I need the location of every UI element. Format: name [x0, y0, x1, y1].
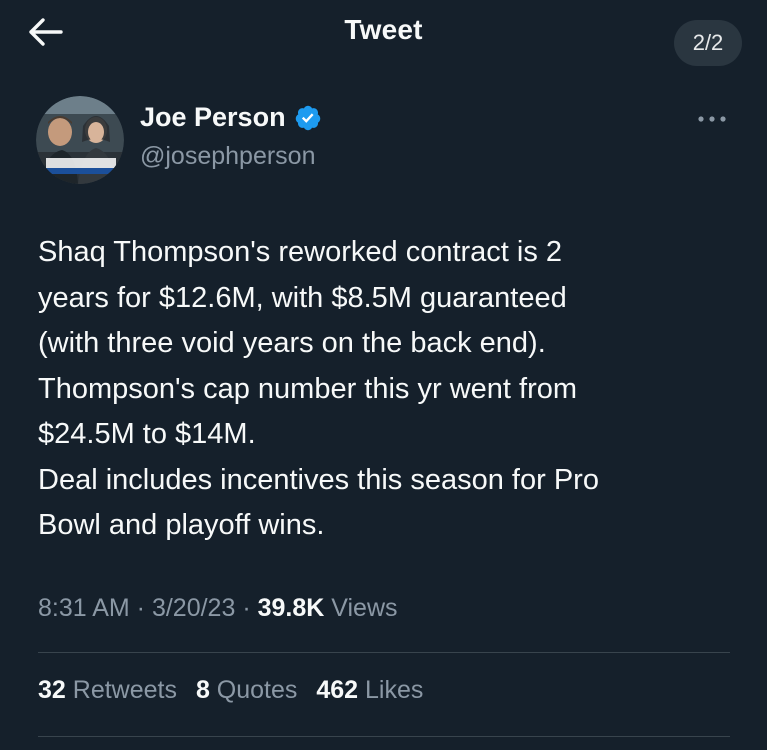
retweets-stat[interactable]: 32 Retweets: [38, 676, 177, 704]
tweet-text-line: years for $12.6M, with $8.5M guaranteed: [38, 281, 567, 314]
quotes-label: Quotes: [209, 676, 298, 704]
views-count: 39.8K: [257, 594, 325, 622]
tweet-date[interactable]: 3/20/23: [152, 594, 235, 622]
more-options-button[interactable]: [692, 104, 732, 134]
author-handle[interactable]: @josephperson: [140, 142, 316, 171]
likes-label: Likes: [358, 676, 424, 704]
quotes-count: 8: [195, 676, 210, 704]
tweet-author: Joe Person @josephperson: [36, 96, 736, 186]
author-name-row[interactable]: Joe Person: [140, 102, 322, 133]
top-bar: Tweet 2/2: [0, 0, 767, 72]
retweets-label: Retweets: [65, 676, 177, 704]
tweet-text: Shaq Thompson's reworked contract is 2 y…: [38, 230, 738, 549]
views-label: Views: [324, 594, 398, 622]
verified-badge-icon: [294, 104, 322, 132]
tweet-text-line: Shaq Thompson's reworked contract is 2: [38, 236, 563, 268]
meta-separator: ·: [129, 594, 152, 622]
tweet-text-line: Bowl and playoff wins.: [38, 509, 325, 541]
tweet-text-line: (with three void years on the back end).: [38, 327, 546, 359]
tweet-text-line: Deal includes incentives this season for…: [38, 463, 599, 496]
more-horizontal-icon: [698, 116, 726, 122]
tweet-stats: 32 Retweets 8 Quotes 462 Likes: [38, 676, 435, 705]
meta-separator: ·: [235, 594, 258, 622]
page-indicator[interactable]: 2/2: [674, 20, 742, 66]
quotes-stat[interactable]: 8 Quotes: [196, 676, 297, 704]
tweet-text-line: Thompson's cap number this yr went from: [38, 372, 578, 405]
retweets-count: 32: [38, 676, 66, 704]
profile-photo: [36, 96, 124, 184]
tweet-time[interactable]: 8:31 AM: [38, 594, 130, 622]
likes-stat[interactable]: 462 Likes: [316, 676, 423, 704]
author-name: Joe Person: [140, 102, 286, 132]
likes-count: 462: [316, 676, 359, 704]
tweet-text-line: $24.5M to $14M.: [38, 418, 256, 450]
avatar[interactable]: [36, 96, 124, 184]
divider: [38, 652, 730, 653]
tweet-meta: 8:31 AM · 3/20/23 · 39.8K Views: [38, 594, 398, 623]
divider: [38, 736, 730, 737]
page-title: Tweet: [344, 14, 423, 45]
